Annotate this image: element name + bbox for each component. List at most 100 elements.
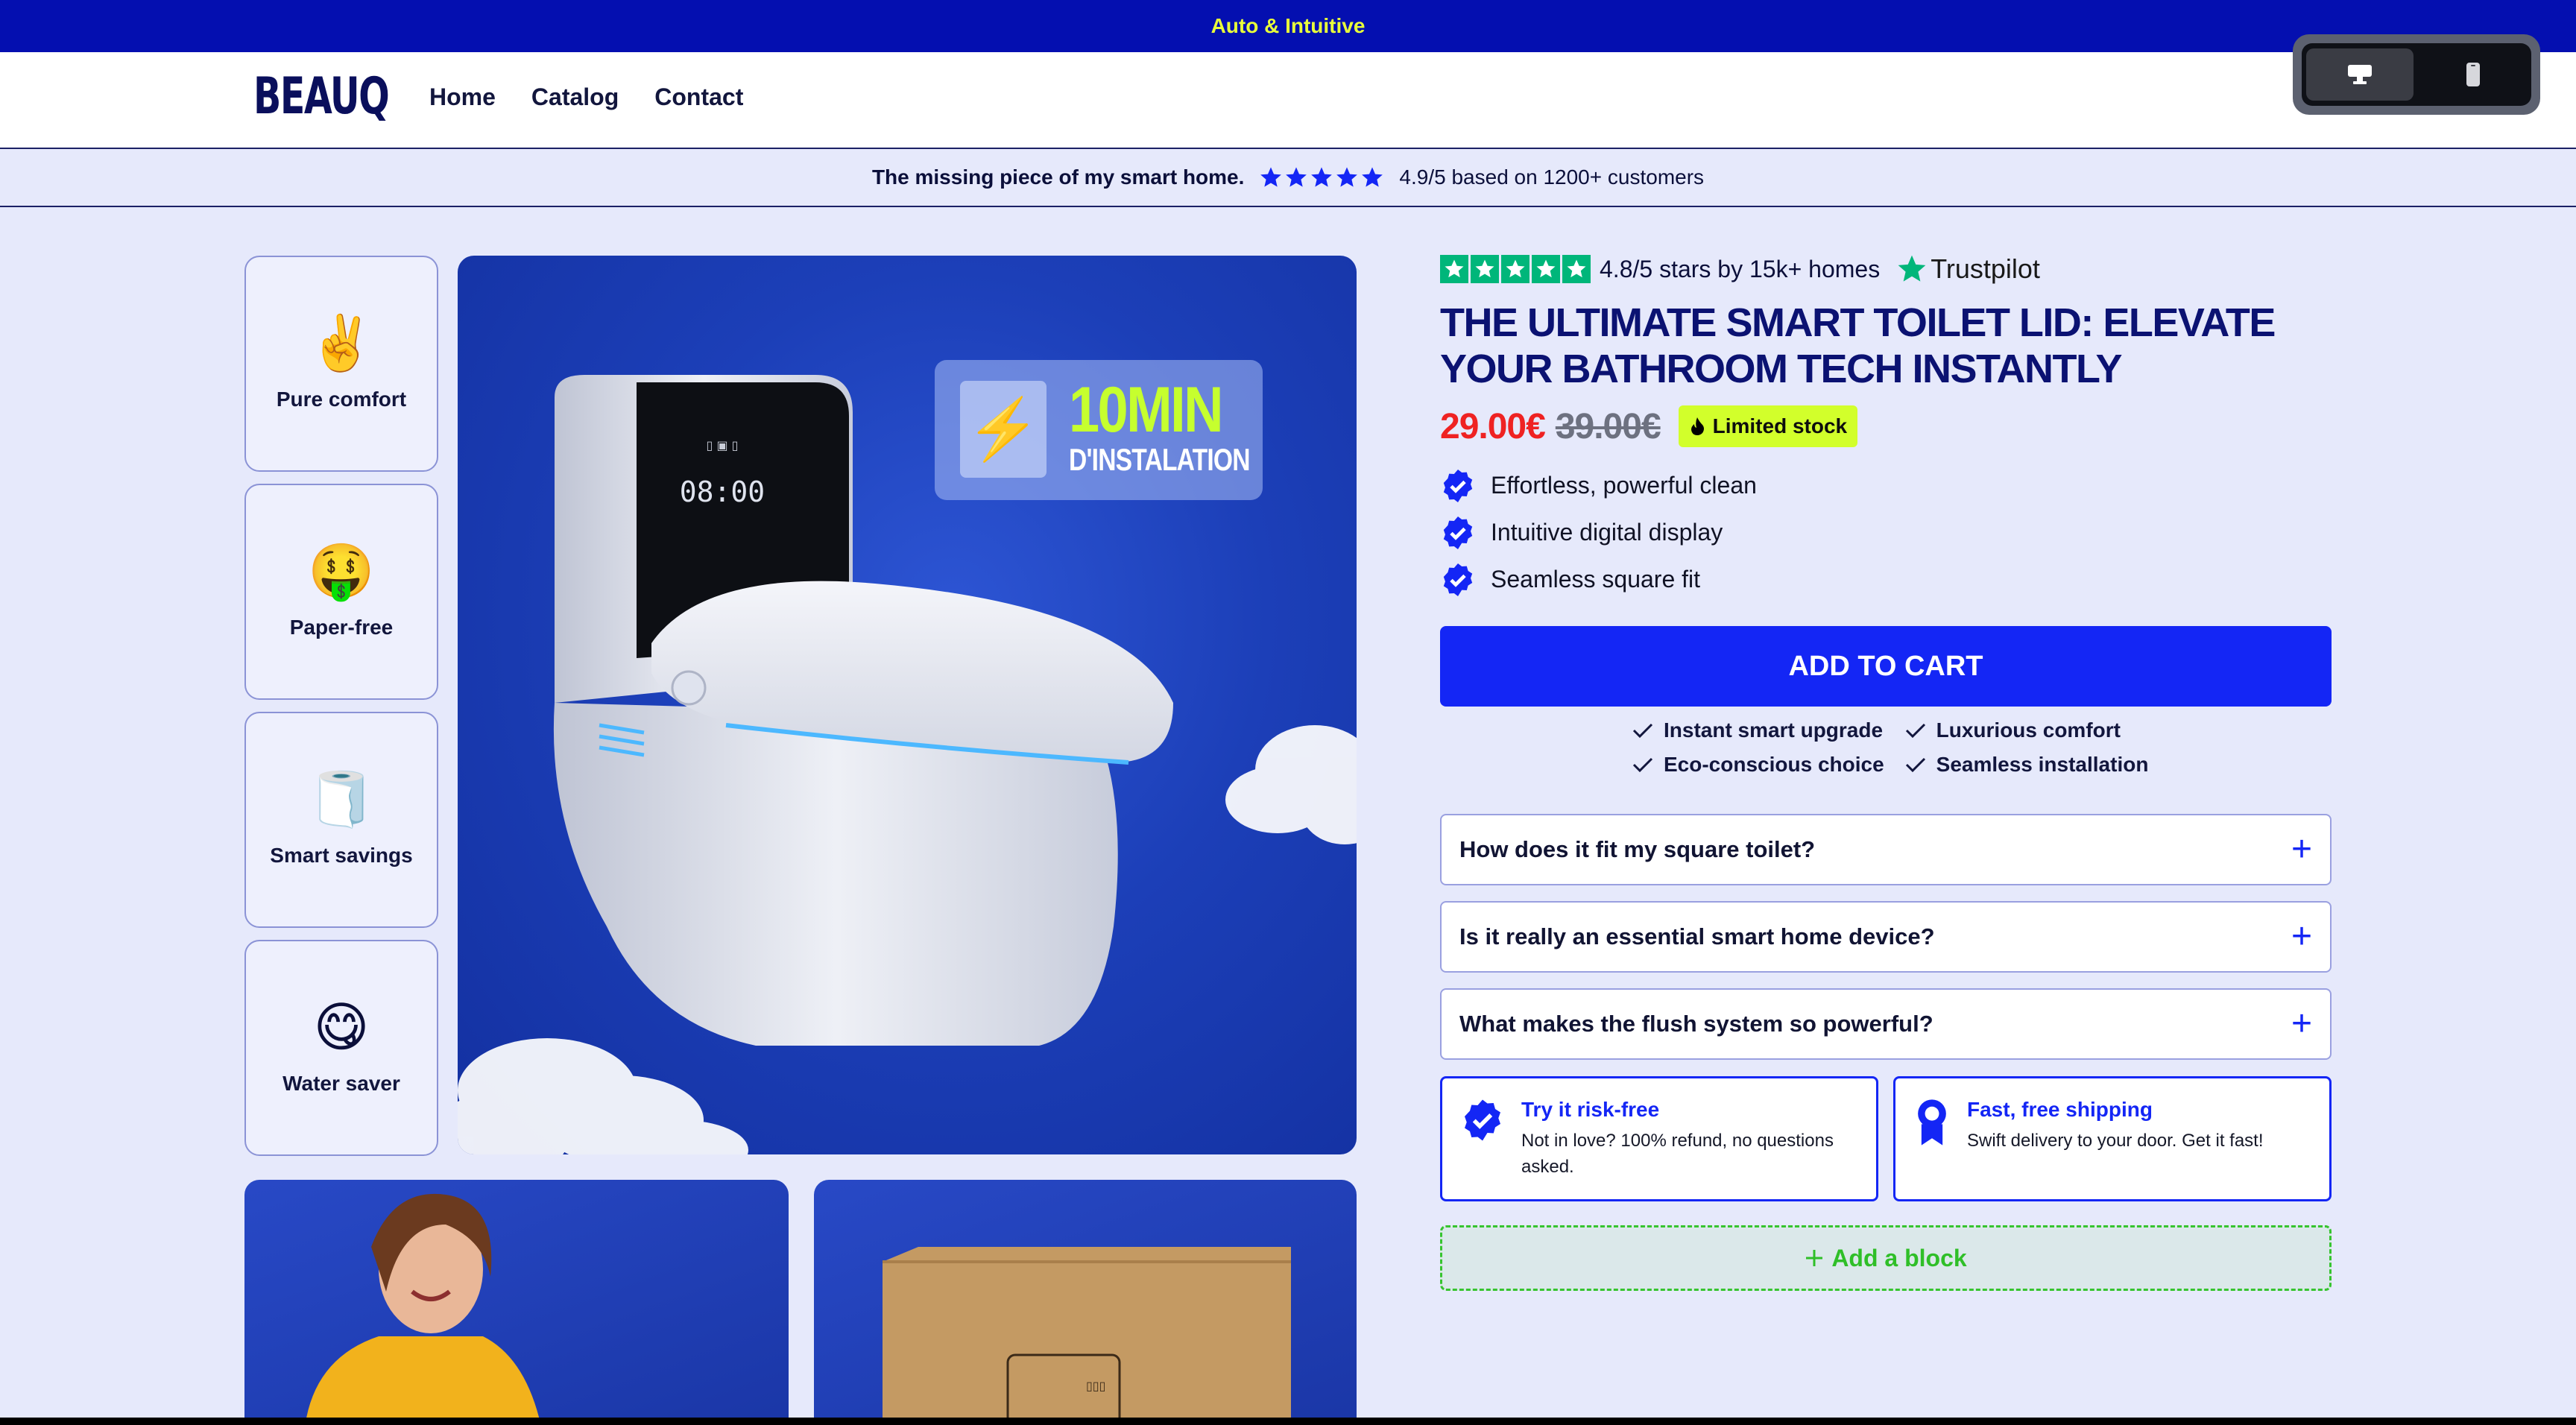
benefit-item: Seamless installation xyxy=(1905,753,2149,777)
cardboard-box-photo: ▯▯▯ xyxy=(883,1247,1291,1418)
benefit-label: Instant smart upgrade xyxy=(1664,718,1884,742)
peace-hand-icon: ✌️ xyxy=(308,312,375,374)
verified-check-icon xyxy=(1443,516,1473,549)
nav-home[interactable]: Home xyxy=(429,83,496,111)
benefit-checks: Instant smart upgrade Luxurious comfort … xyxy=(1632,718,2148,777)
svg-text:▯ ▣ ▯: ▯ ▣ ▯ xyxy=(707,438,739,452)
feature-label: Intuitive digital display xyxy=(1491,519,1723,546)
star-icon xyxy=(1440,255,1468,283)
add-block-label: Add a block xyxy=(1831,1244,1967,1271)
faq-item[interactable]: How does it fit my square toilet? + xyxy=(1440,814,2332,885)
desktop-view-button[interactable] xyxy=(2306,48,2414,101)
trust-bar: The missing piece of my smart home. 4.9/… xyxy=(0,149,2576,207)
verified-badge-icon xyxy=(1465,1099,1500,1141)
smiling-woman-photo xyxy=(306,1193,540,1418)
star-icon xyxy=(1336,167,1358,187)
site-header: BEAUQ Home Catalog Contact xyxy=(0,52,2576,149)
trustpilot-rating: 4.8/5 stars by 15k+ homes Trustpilot xyxy=(1440,253,2040,285)
main-nav: Home Catalog Contact xyxy=(429,83,743,111)
add-block-button[interactable]: Add a block xyxy=(1440,1225,2332,1291)
yum-face-icon: 😋 xyxy=(313,996,370,1058)
star-icon xyxy=(1260,167,1282,187)
faq-question: How does it fit my square toilet? xyxy=(1459,836,1816,862)
trustpilot-stars xyxy=(1440,255,1591,283)
feature-label: Effortless, powerful clean xyxy=(1491,472,1757,499)
guarantee-card-risk-free: Try it risk-free Not in love? 100% refun… xyxy=(1440,1076,1878,1201)
add-to-cart-button[interactable]: ADD TO CART xyxy=(1440,626,2332,707)
guarantee-card-shipping: Fast, free shipping Swift delivery to yo… xyxy=(1893,1076,2332,1201)
star-icon xyxy=(1501,255,1530,283)
lifestyle-image-woman[interactable] xyxy=(244,1180,789,1418)
plus-icon xyxy=(1806,1250,1823,1266)
checkmark-icon xyxy=(1632,757,1653,773)
trustpilot-logo: Trustpilot xyxy=(1896,253,2040,285)
feature-item: Seamless square fit xyxy=(1440,556,1757,603)
faq-item[interactable]: What makes the flush system so powerful?… xyxy=(1440,988,2332,1060)
compare-price: 39.00€ xyxy=(1555,406,1661,446)
logo[interactable]: BEAUQ xyxy=(253,67,390,126)
thumbnail-paper-free[interactable]: 🤑 Paper-free xyxy=(244,484,438,700)
star-icon xyxy=(1532,255,1560,283)
trustpilot-text: 4.8/5 stars by 15k+ homes xyxy=(1600,255,1881,282)
checkmark-icon xyxy=(1632,723,1653,739)
benefit-item: Luxurious comfort xyxy=(1905,718,2149,742)
card-title: Fast, free shipping xyxy=(1967,1098,2153,1121)
plus-icon[interactable]: + xyxy=(2291,919,2312,955)
trustpilot-brand: Trustpilot xyxy=(1931,253,2040,284)
announcement-bar: Auto & Intuitive xyxy=(0,0,2576,52)
benefit-label: Eco-conscious choice xyxy=(1664,753,1884,776)
stock-badge-label: Limited stock xyxy=(1712,414,1848,437)
page: Auto & Intuitive BEAUQ Home Catalog Cont… xyxy=(0,0,2576,1418)
card-description: Not in love? 100% refund, no questions a… xyxy=(1521,1131,1834,1177)
thumbnail-pure-comfort[interactable]: ✌️ Pure comfort xyxy=(244,256,438,472)
star-icon xyxy=(1562,255,1591,283)
plus-icon[interactable]: + xyxy=(2291,832,2312,868)
thumbnail-label: Smart savings xyxy=(270,844,413,867)
trust-tagline: The missing piece of my smart home. xyxy=(871,165,1245,189)
benefit-label: Seamless installation xyxy=(1936,753,2149,776)
faq-question: Is it really an essential smart home dev… xyxy=(1459,923,1935,950)
badge-subtitle: D'INSTALATION xyxy=(1069,442,1251,477)
main-product-image[interactable]: 08:00 ▯ ▣ ▯ ⚡ 10MIN D'INSTALATION xyxy=(458,256,1357,1154)
verified-check-icon xyxy=(1443,563,1473,596)
plus-icon[interactable]: + xyxy=(2291,1006,2312,1042)
feature-label: Seamless square fit xyxy=(1491,566,1701,593)
star-icon xyxy=(1362,167,1383,187)
toilet-roll-icon: 🧻 xyxy=(308,768,375,830)
thumbnail-smart-savings[interactable]: 🧻 Smart savings xyxy=(244,712,438,928)
thumbnail-label: Water saver xyxy=(282,1072,400,1095)
faq-item[interactable]: Is it really an essential smart home dev… xyxy=(1440,901,2332,973)
desktop-icon xyxy=(2348,65,2372,84)
checkmark-icon xyxy=(1905,757,1925,773)
feature-item: Intuitive digital display xyxy=(1440,509,1757,556)
mobile-icon xyxy=(2466,63,2480,86)
star-icon xyxy=(1471,255,1499,283)
announcement-text: Auto & Intuitive xyxy=(1210,14,1366,37)
benefit-item: Instant smart upgrade xyxy=(1632,718,1884,742)
card-title: Try it risk-free xyxy=(1521,1098,1660,1121)
sale-price: 29.00€ xyxy=(1440,406,1546,446)
product-title: THE ULTIMATE SMART TOILET LID: ELEVATE Y… xyxy=(1440,300,2276,391)
install-time-badge: ⚡ 10MIN D'INSTALATION xyxy=(935,360,1263,500)
feature-list: Effortless, powerful clean Intuitive dig… xyxy=(1440,462,1757,603)
packaging-box-image[interactable]: ▯▯▯ xyxy=(814,1180,1357,1418)
flame-icon xyxy=(1690,417,1704,435)
nav-contact[interactable]: Contact xyxy=(654,83,743,111)
trust-rating-text: 4.9/5 based on 1200+ customers xyxy=(1399,165,1705,189)
svg-text:▯▯▯: ▯▯▯ xyxy=(1086,1379,1105,1393)
faq-question: What makes the flush system so powerful? xyxy=(1459,1011,1933,1037)
thumbnail-water-saver[interactable]: 😋 Water saver xyxy=(244,940,438,1156)
badge-title: 10MIN xyxy=(1069,374,1224,446)
mobile-view-button[interactable] xyxy=(2419,48,2527,101)
nav-catalog[interactable]: Catalog xyxy=(531,83,619,111)
thumbnail-label: Pure comfort xyxy=(276,388,407,411)
star-icon xyxy=(1286,167,1307,187)
feature-item: Effortless, powerful clean xyxy=(1440,462,1757,509)
benefit-label: Luxurious comfort xyxy=(1936,718,2121,742)
view-toggle xyxy=(2293,34,2540,115)
display-time: 08:00 xyxy=(680,475,765,508)
trustpilot-star-icon xyxy=(1898,255,1926,282)
money-face-icon: 🤑 xyxy=(308,540,375,602)
price-row: 29.00€ 39.00€ Limited stock xyxy=(1440,405,1858,447)
star-icon xyxy=(1311,167,1333,187)
